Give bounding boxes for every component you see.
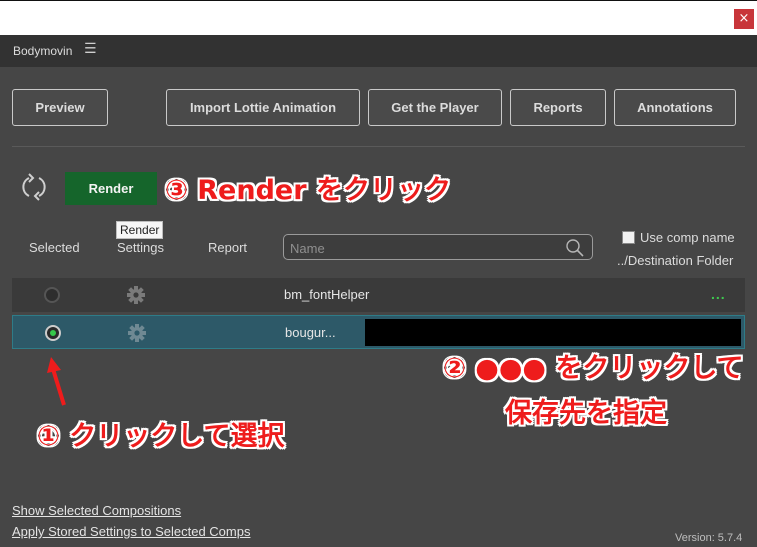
composition-name: bm_fontHelper (284, 287, 370, 302)
use-comp-name-checkbox[interactable] (622, 231, 635, 244)
refresh-icon[interactable] (20, 173, 48, 201)
composition-row-selected: bougur... (12, 315, 745, 349)
destination-dots-button[interactable]: ... (711, 286, 726, 302)
bodymovin-panel: Bodymovin ☰ Preview Import Lottie Animat… (0, 35, 757, 547)
panel-header: Bodymovin ☰ (0, 35, 757, 67)
settings-gear-icon[interactable] (127, 323, 147, 343)
annotation-step2-line2: 保存先を指定 (505, 398, 667, 429)
search-box (283, 234, 593, 260)
annotation-step2-line1: ② ●●● をクリックして (443, 353, 744, 384)
close-button[interactable]: × (734, 9, 754, 29)
panel-title: Bodymovin (13, 44, 73, 58)
preview-button[interactable]: Preview (12, 89, 108, 126)
annotations-button[interactable]: Annotations (614, 89, 736, 126)
import-lottie-button[interactable]: Import Lottie Animation (166, 89, 360, 126)
render-button[interactable]: Render (65, 172, 157, 205)
column-settings: Settings (117, 240, 164, 255)
show-selected-compositions-link[interactable]: Show Selected Compositions (12, 503, 181, 518)
red-arrow-icon (47, 357, 66, 406)
select-radio[interactable] (44, 287, 60, 303)
hamburger-menu-icon[interactable]: ☰ (84, 41, 97, 57)
column-report: Report (208, 240, 248, 255)
version-label: Version: 5.7.4 (675, 532, 743, 544)
annotation-step3: ③ Render をクリック (165, 175, 451, 206)
search-input[interactable] (290, 239, 558, 257)
destination-folder-label: ../Destination Folder (617, 253, 734, 268)
settings-gear-icon[interactable] (126, 285, 146, 305)
window-titlebar: × (0, 0, 757, 35)
apply-stored-settings-link[interactable]: Apply Stored Settings to Selected Comps (12, 524, 250, 539)
get-player-button[interactable]: Get the Player (368, 89, 502, 126)
annotation-step1: ① クリックして選択 (37, 421, 285, 452)
render-tooltip: Render (116, 221, 164, 239)
use-comp-name-label: Use comp name (640, 230, 735, 245)
composition-row: bm_fontHelper ... (12, 278, 745, 312)
select-radio[interactable] (45, 325, 61, 341)
column-selected: Selected (29, 240, 80, 255)
composition-name: bougur... (285, 325, 336, 340)
divider (12, 146, 745, 147)
search-icon (566, 239, 584, 257)
redacted-area (365, 319, 741, 346)
reports-button[interactable]: Reports (510, 89, 606, 126)
